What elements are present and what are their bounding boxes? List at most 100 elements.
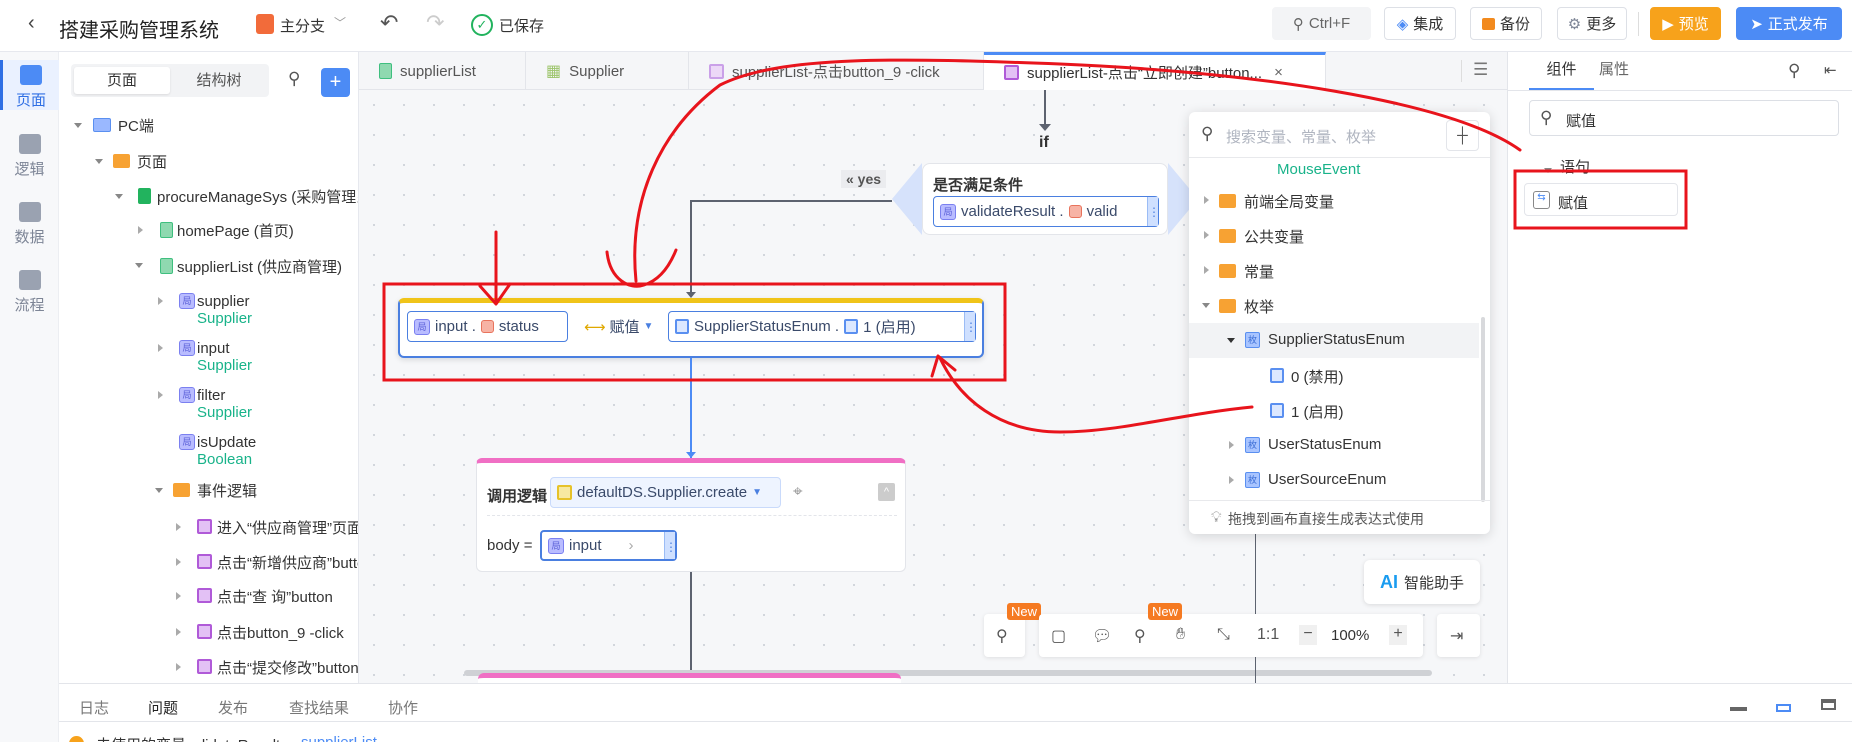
maximize-panel-icon[interactable]: [1821, 699, 1836, 710]
component-assign[interactable]: ⇆ 赋值: [1524, 183, 1678, 216]
popup-item-frontend-globals[interactable]: 前端全局变量: [1189, 183, 1479, 218]
caret-right-icon[interactable]: [138, 226, 143, 234]
popup-scrollbar[interactable]: [1481, 317, 1485, 502]
search-button[interactable]: ⚲ Ctrl+F: [1272, 7, 1371, 40]
collapse-button[interactable]: ^: [878, 483, 895, 501]
bottom-tab-log[interactable]: 日志: [79, 697, 109, 718]
next-node[interactable]: [478, 673, 901, 683]
collapse-panel-icon[interactable]: ⇤: [1824, 61, 1837, 79]
popup-item-user-status-enum[interactable]: 枚 UserStatusEnum: [1189, 428, 1479, 463]
minimize-panel-icon[interactable]: [1730, 707, 1747, 711]
tree-node-pages[interactable]: 页面: [137, 151, 167, 171]
preview-button[interactable]: ▶ 预览: [1650, 7, 1721, 40]
caret-down-icon[interactable]: [135, 263, 143, 268]
sidebar-item-pages[interactable]: 页面: [0, 60, 59, 110]
more-vertical-icon[interactable]: ⋮: [964, 312, 977, 341]
integrate-button[interactable]: ◈ 集成: [1384, 7, 1456, 40]
tree-node-events[interactable]: 事件逻辑: [197, 480, 257, 500]
tree-var-name[interactable]: supplier: [197, 291, 250, 311]
caret-right-icon[interactable]: [158, 391, 163, 399]
popup-item-enums[interactable]: 枚举: [1189, 288, 1479, 323]
tab-supplierlist[interactable]: supplierList: [359, 52, 526, 90]
tree-node-pc[interactable]: PC端: [118, 115, 154, 135]
back-icon[interactable]: ‹: [28, 12, 35, 35]
caret-right-icon[interactable]: [158, 297, 163, 305]
component-search-input[interactable]: ⚲ 赋值: [1529, 100, 1839, 136]
tree-event[interactable]: 点击“提交修改”button: [217, 657, 358, 677]
caret-down-icon[interactable]: [1544, 168, 1552, 173]
publish-button[interactable]: ➤ 正式发布: [1736, 7, 1842, 40]
assign-node[interactable]: 局 input . status ⟷ 赋值 ▼ SupplierStatusEnum .…: [398, 298, 984, 358]
popup-item-user-source-enum[interactable]: 枚 UserSourceEnum: [1189, 463, 1479, 498]
bottom-tab-collab[interactable]: 协作: [388, 697, 418, 718]
undo-icon[interactable]: ↶: [380, 10, 398, 36]
caret-right-icon[interactable]: [176, 592, 181, 600]
popup-enum-value[interactable]: 0 (禁用): [1189, 358, 1479, 393]
issue-link[interactable]: supplierList: [301, 734, 377, 742]
tree-node-homepage[interactable]: homePage (首页): [177, 220, 294, 240]
popup-item-supplier-status-enum[interactable]: 枚 SupplierStatusEnum: [1189, 323, 1479, 358]
location-pin-icon[interactable]: ⚲: [1134, 626, 1146, 646]
zoom-out-button[interactable]: −: [1299, 625, 1317, 645]
ai-assistant-button[interactable]: AI 智能助手: [1364, 560, 1480, 604]
hand-icon[interactable]: ✋︎: [1176, 626, 1185, 644]
yes-branch-label[interactable]: « yes: [841, 170, 887, 188]
tree-var-name[interactable]: isUpdate: [197, 432, 256, 452]
caret-down-icon[interactable]: [74, 123, 82, 128]
tree-node-supplierlist[interactable]: supplierList (供应商管理): [177, 256, 342, 276]
call-target-select[interactable]: defaultDS.Supplier.create ▼: [550, 477, 781, 508]
actual-size-button[interactable]: 1:1: [1257, 626, 1279, 644]
tree-event[interactable]: 点击“新增供应商”button: [217, 552, 358, 572]
condition-expression[interactable]: 局 validateResult . valid ⋮: [933, 196, 1160, 227]
search-icon[interactable]: ⚲: [1788, 61, 1800, 81]
collapse-right-icon[interactable]: ⇥: [1450, 626, 1463, 646]
collapse-tree-button[interactable]: ┼: [1446, 120, 1479, 151]
tab-components[interactable]: 组件: [1529, 52, 1594, 90]
caret-down-icon[interactable]: [155, 488, 163, 493]
bottom-tab-issues[interactable]: 问题: [148, 697, 178, 718]
close-icon[interactable]: ×: [1274, 64, 1283, 81]
call-logic-node[interactable]: 调用逻辑 defaultDS.Supplier.create ▼ ⌖ ^ body…: [476, 458, 906, 572]
tab-list-icon[interactable]: ☰: [1473, 60, 1488, 80]
chevron-down-icon[interactable]: ﹀: [334, 14, 346, 31]
caret-right-icon[interactable]: [176, 663, 181, 671]
redo-icon[interactable]: ↷: [426, 10, 444, 36]
locate-icon[interactable]: ⌖: [793, 482, 803, 502]
assign-right-expression[interactable]: SupplierStatusEnum .1 (启用) ⋮: [668, 311, 977, 342]
tree-event[interactable]: 点击button_9 -click: [217, 622, 344, 642]
backup-button[interactable]: 备份: [1470, 7, 1542, 40]
caret-right-icon[interactable]: [176, 558, 181, 566]
tab-create-click-active[interactable]: supplierList-点击“立即创建”button... ×: [984, 52, 1326, 90]
tree-var-name[interactable]: input: [197, 338, 230, 358]
search-icon[interactable]: ⚲: [288, 69, 300, 89]
caret-right-icon[interactable]: [176, 628, 181, 636]
assign-operator[interactable]: ⟷ 赋值 ▼: [584, 316, 653, 337]
tree-event[interactable]: 进入“供应商管理”页面: [217, 517, 358, 537]
bottom-tab-publish[interactable]: 发布: [218, 697, 248, 718]
popup-item-constants[interactable]: 常量: [1189, 253, 1479, 288]
half-panel-icon[interactable]: [1776, 704, 1791, 712]
search-icon[interactable]: ⚲: [996, 626, 1008, 646]
bottom-tab-find-results[interactable]: 查找结果: [289, 697, 349, 718]
popup-item-public-vars[interactable]: 公共变量: [1189, 218, 1479, 253]
branch-selector[interactable]: 主分支: [280, 15, 325, 36]
sidebar-item-logic[interactable]: 逻辑: [0, 134, 59, 179]
zoom-in-button[interactable]: +: [1389, 625, 1407, 645]
caret-right-icon[interactable]: [176, 523, 181, 531]
tab-structure-tree[interactable]: 结构树: [171, 67, 267, 94]
minimap-icon[interactable]: ▢: [1051, 626, 1066, 646]
fit-screen-icon[interactable]: ⤡: [1217, 626, 1230, 644]
tree-var-name[interactable]: filter: [197, 385, 225, 405]
more-vertical-icon[interactable]: ⋮: [1147, 197, 1160, 226]
caret-down-icon[interactable]: [95, 159, 103, 164]
body-param-expression[interactable]: 局 input › ⋮: [540, 530, 677, 561]
condition-node[interactable]: 是否满足条件 局 validateResult . valid ⋮: [922, 163, 1168, 235]
more-vertical-icon[interactable]: ⋮: [664, 532, 677, 559]
tree-event[interactable]: 点击“查 询”button: [217, 586, 333, 606]
comment-icon[interactable]: 💬︎: [1092, 626, 1112, 646]
sidebar-item-data[interactable]: 数据: [0, 202, 59, 247]
popup-enum-value[interactable]: 1 (启用): [1189, 393, 1479, 428]
add-button[interactable]: +: [321, 68, 350, 97]
caret-right-icon[interactable]: [158, 344, 163, 352]
tab-pages[interactable]: 页面: [74, 67, 170, 94]
